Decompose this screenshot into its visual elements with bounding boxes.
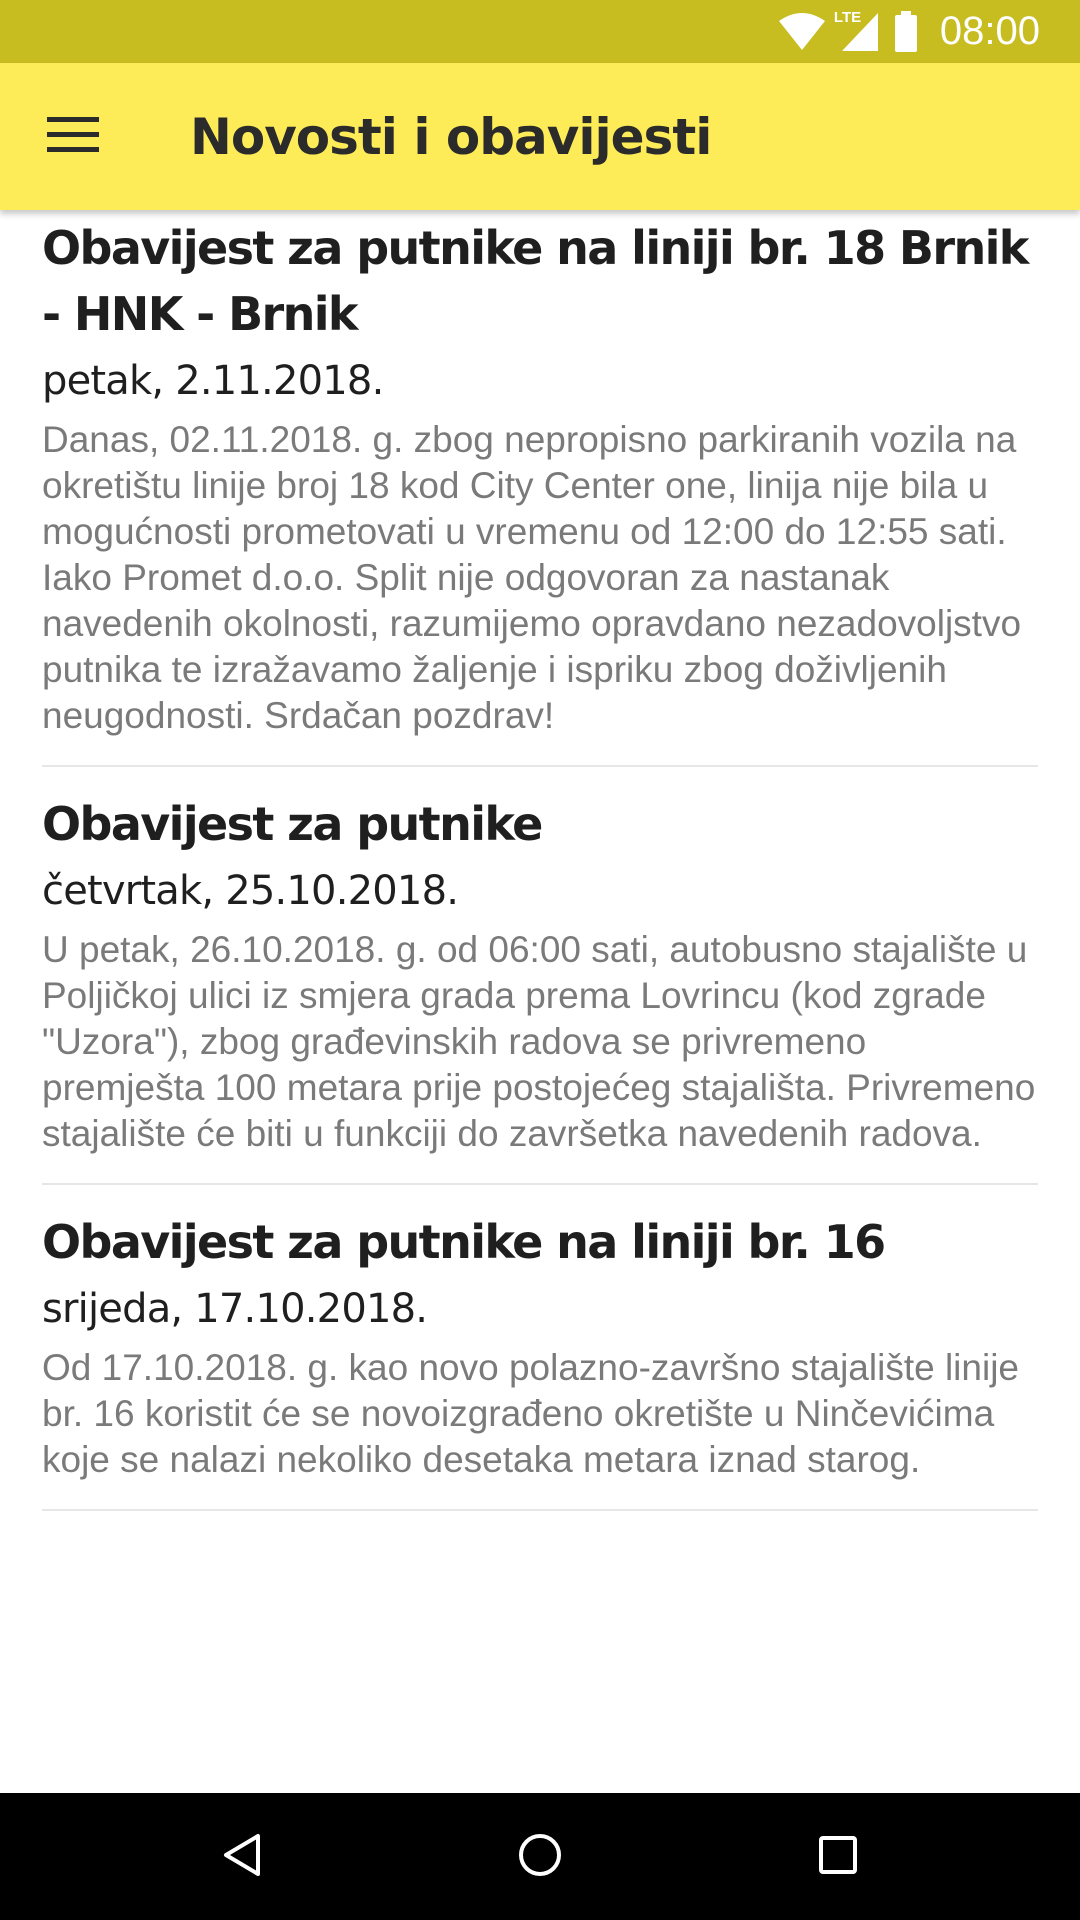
status-time: 08:00 — [939, 9, 1040, 53]
battery-icon — [894, 10, 918, 53]
status-icons: LTE 08:00 — [778, 0, 1040, 63]
network-type-label: LTE — [833, 8, 862, 26]
app-bar: Novosti i obavijesti — [0, 63, 1080, 210]
news-date: četvrtak, 25.10.2018. — [42, 868, 459, 914]
wifi-icon — [778, 12, 826, 51]
news-list: Obavijest za putnike na liniji br. 18 Br… — [42, 215, 1038, 1535]
news-title: Obavijest za putnike na liniji br. 16 — [42, 1215, 886, 1269]
news-body: Od 17.10.2018. g. kao novo polazno-završ… — [42, 1347, 1019, 1480]
news-date: petak, 2.11.2018. — [42, 358, 384, 404]
recents-button[interactable] — [802, 1821, 874, 1893]
menu-icon — [47, 115, 99, 160]
menu-button[interactable] — [30, 104, 116, 170]
home-button[interactable] — [504, 1821, 576, 1893]
signal-icon: LTE — [834, 9, 880, 53]
news-item[interactable]: Obavijest za putnike na liniji br. 16 sr… — [42, 1209, 1038, 1511]
home-icon — [518, 1833, 562, 1882]
status-bar: LTE 08:00 — [0, 0, 1080, 63]
news-body: Danas, 02.11.2018. g. zbog nepropisno pa… — [42, 419, 1022, 736]
news-item[interactable]: Obavijest za putnike četvrtak, 25.10.201… — [42, 791, 1038, 1185]
news-body: U petak, 26.10.2018. g. od 06:00 sati, a… — [42, 929, 1036, 1154]
news-date: srijeda, 17.10.2018. — [42, 1286, 428, 1332]
news-title: Obavijest za putnike — [42, 797, 543, 851]
back-button[interactable] — [206, 1821, 278, 1893]
page-title: Novosti i obavijesti — [190, 108, 712, 166]
back-icon — [222, 1832, 262, 1883]
news-item[interactable]: Obavijest za putnike na liniji br. 18 Br… — [42, 215, 1038, 767]
navigation-bar — [0, 1793, 1080, 1920]
recents-icon — [818, 1835, 858, 1880]
news-title: Obavijest za putnike na liniji br. 18 Br… — [42, 221, 1029, 341]
